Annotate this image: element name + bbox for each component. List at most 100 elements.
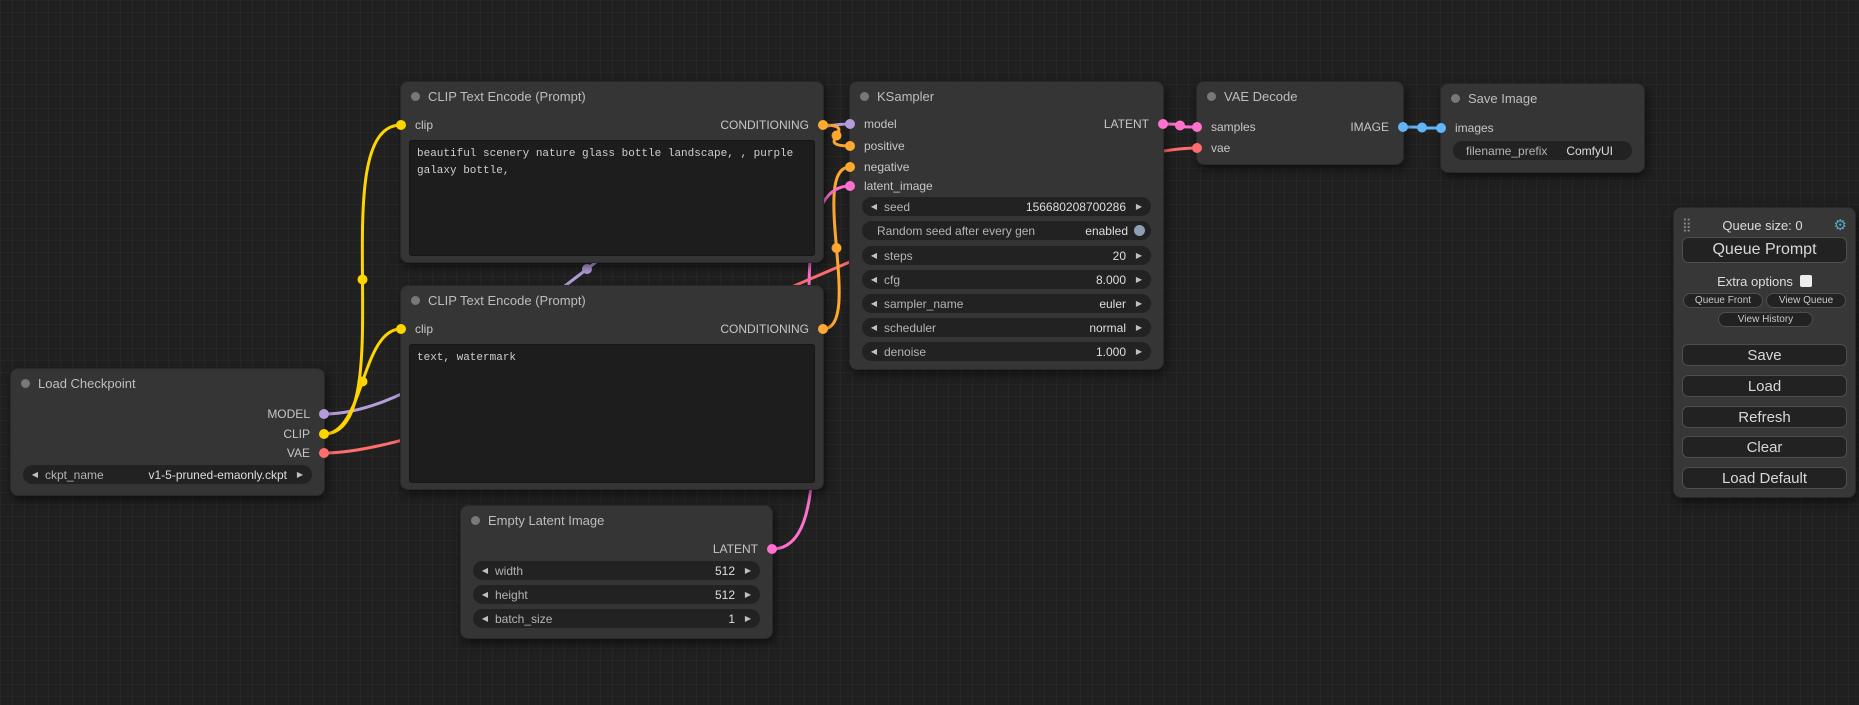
random-seed-toggle-widget[interactable]: Random seed after every gen enabled [862,221,1151,240]
node-ksampler[interactable]: KSampler model LATENT positive negative … [849,81,1164,370]
collapse-dot[interactable] [1207,92,1216,101]
clip-output-dot[interactable] [319,429,329,439]
queue-front-button[interactable]: Queue Front [1683,293,1763,308]
prev-value-arrow-icon[interactable]: ◀ [867,323,881,332]
settings-gear-icon[interactable]: ⚙ [1834,216,1847,234]
increment-arrow-icon[interactable]: ▶ [1132,202,1146,211]
batch-size-widget[interactable]: ◀ batch_size 1 ▶ [473,609,760,628]
next-value-arrow-icon[interactable]: ▶ [1132,299,1146,308]
decrement-arrow-icon[interactable]: ◀ [478,566,492,575]
cfg-widget[interactable]: ◀ cfg 8.000 ▶ [862,270,1151,289]
node-title-bar[interactable]: Load Checkpoint [11,369,324,397]
node-title: CLIP Text Encode (Prompt) [428,293,586,308]
vae-input-dot[interactable] [1192,143,1202,153]
input-slot-images: images [1441,119,1644,137]
clear-button[interactable]: Clear [1682,436,1847,458]
node-title-bar[interactable]: Save Image [1441,84,1644,112]
images-input-dot[interactable] [1436,123,1446,133]
extra-options-label: Extra options [1717,274,1793,289]
slot-row-model-latent: model LATENT [850,115,1163,133]
ckpt-name-widget[interactable]: ◀ ckpt_name v1-5-pruned-emaonly.ckpt ▶ [23,465,312,484]
positive-prompt-textarea[interactable]: beautiful scenery nature glass bottle la… [409,140,815,256]
vae-output-dot[interactable] [319,448,329,458]
increment-arrow-icon[interactable]: ▶ [1132,251,1146,260]
collapse-dot[interactable] [411,296,420,305]
model-output-dot[interactable] [319,409,329,419]
node-title-bar[interactable]: KSampler [850,82,1163,110]
link-midpoint-dot [1175,121,1185,131]
load-default-button[interactable]: Load Default [1682,467,1847,489]
node-empty-latent-image[interactable]: Empty Latent Image LATENT ◀ width 512 ▶ … [460,505,773,639]
node-title-bar[interactable]: CLIP Text Encode (Prompt) [401,82,823,110]
positive-input-dot[interactable] [845,141,855,151]
decrement-arrow-icon[interactable]: ◀ [867,347,881,356]
view-history-button[interactable]: View History [1718,312,1813,327]
output-slot-vae: VAE [11,444,324,462]
sampler-name-widget[interactable]: ◀ sampler_name euler ▶ [862,294,1151,313]
node-title-bar[interactable]: Empty Latent Image [461,506,772,534]
decrement-arrow-icon[interactable]: ◀ [478,590,492,599]
image-output-dot[interactable] [1398,122,1408,132]
collapse-dot[interactable] [411,92,420,101]
increment-arrow-icon[interactable]: ▶ [741,590,755,599]
node-clip-text-encode-positive[interactable]: CLIP Text Encode (Prompt) clip CONDITION… [400,81,824,263]
input-slot-positive: positive [850,137,1163,155]
toggle-knob[interactable] [1134,225,1145,236]
scheduler-widget[interactable]: ◀ scheduler normal ▶ [862,318,1151,337]
node-title: Load Checkpoint [38,376,136,391]
increment-arrow-icon[interactable]: ▶ [1132,275,1146,284]
node-vae-decode[interactable]: VAE Decode samples IMAGE vae [1196,81,1404,165]
width-widget[interactable]: ◀ width 512 ▶ [473,561,760,580]
increment-arrow-icon[interactable]: ▶ [1132,347,1146,356]
drag-handle-icon[interactable]: ⣿ [1682,217,1692,233]
clip-input-dot[interactable] [396,324,406,334]
collapse-dot[interactable] [1451,94,1460,103]
prev-value-arrow-icon[interactable]: ◀ [867,299,881,308]
link-midpoint-dot [832,243,842,253]
menu-header: ⣿ Queue size: 0 ⚙ [1682,216,1847,234]
save-button[interactable]: Save [1682,344,1847,366]
node-graph-canvas[interactable]: Load Checkpoint MODEL CLIP VAE ◀ ckpt_na… [0,0,1859,705]
samples-input-dot[interactable] [1192,122,1202,132]
increment-arrow-icon[interactable]: ▶ [741,566,755,575]
decrement-arrow-icon[interactable]: ◀ [867,251,881,260]
queue-prompt-button[interactable]: Queue Prompt [1682,237,1847,263]
clip-input-dot[interactable] [396,120,406,130]
load-button[interactable]: Load [1682,375,1847,397]
filename-prefix-widget[interactable]: filename_prefix ComfyUI [1453,141,1632,160]
output-slot-model: MODEL [11,405,324,423]
decrement-arrow-icon[interactable]: ◀ [867,202,881,211]
steps-widget[interactable]: ◀ steps 20 ▶ [862,246,1151,265]
latent-output-dot[interactable] [1158,119,1168,129]
collapse-dot[interactable] [471,516,480,525]
conditioning-output-dot[interactable] [818,120,828,130]
slot-row-samples-image: samples IMAGE [1197,118,1403,136]
node-title-bar[interactable]: CLIP Text Encode (Prompt) [401,286,823,314]
seed-widget[interactable]: ◀ seed 156680208700286 ▶ [862,197,1151,216]
extra-options-checkbox[interactable] [1800,275,1812,287]
increment-arrow-icon[interactable]: ▶ [741,614,755,623]
latent-image-input-dot[interactable] [845,181,855,191]
node-load-checkpoint[interactable]: Load Checkpoint MODEL CLIP VAE ◀ ckpt_na… [10,368,325,496]
negative-prompt-textarea[interactable]: text, watermark [409,344,815,483]
decrement-arrow-icon[interactable]: ◀ [478,614,492,623]
negative-input-dot[interactable] [845,162,855,172]
node-clip-text-encode-negative[interactable]: CLIP Text Encode (Prompt) clip CONDITION… [400,285,824,490]
prev-value-arrow-icon[interactable]: ◀ [28,470,42,479]
conditioning-output-dot[interactable] [818,324,828,334]
view-queue-button[interactable]: View Queue [1766,293,1846,308]
input-slot-latent-image: latent_image [850,177,1163,195]
collapse-dot[interactable] [21,379,30,388]
height-widget[interactable]: ◀ height 512 ▶ [473,585,760,604]
node-title-bar[interactable]: VAE Decode [1197,82,1403,110]
refresh-button[interactable]: Refresh [1682,406,1847,428]
collapse-dot[interactable] [860,92,869,101]
next-value-arrow-icon[interactable]: ▶ [1132,323,1146,332]
latent-output-dot[interactable] [767,544,777,554]
node-save-image[interactable]: Save Image images filename_prefix ComfyU… [1440,83,1645,173]
model-input-dot[interactable] [845,119,855,129]
denoise-widget[interactable]: ◀ denoise 1.000 ▶ [862,342,1151,361]
extra-options-row: Extra options [1674,274,1855,288]
next-value-arrow-icon[interactable]: ▶ [293,470,307,479]
decrement-arrow-icon[interactable]: ◀ [867,275,881,284]
